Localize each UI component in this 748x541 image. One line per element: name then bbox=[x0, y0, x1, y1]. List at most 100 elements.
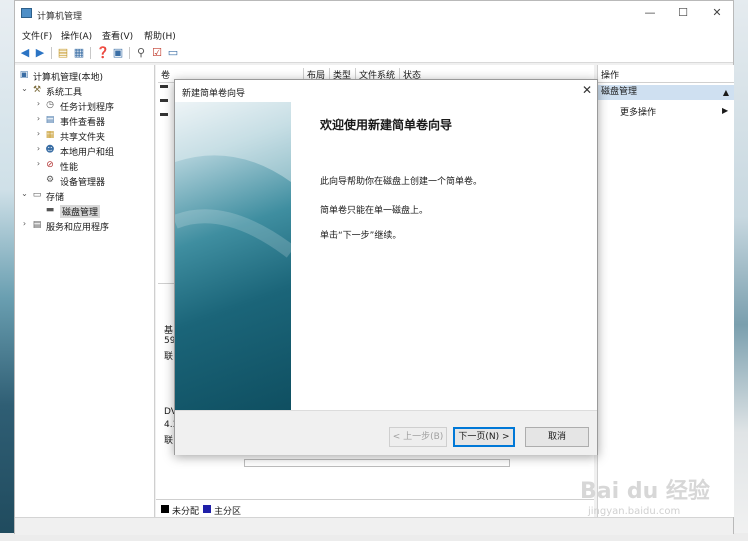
computer-icon: ▣ bbox=[19, 70, 29, 80]
tree-item-device-manager[interactable]: ⚙ 设备管理器 bbox=[15, 173, 154, 188]
tree-root[interactable]: ▣ 计算机管理(本地) bbox=[15, 68, 154, 83]
tree-item-label: 事件查看器 bbox=[60, 118, 106, 128]
title-bar: 计算机管理 — ☐ ✕ bbox=[15, 1, 733, 26]
volume-row-icon bbox=[160, 113, 168, 116]
actions-header: 操作 bbox=[598, 68, 734, 83]
tree-item-event-viewer[interactable]: › ▤ 事件查看器 bbox=[15, 113, 154, 128]
tree-item-shared-folders[interactable]: › ▦ 共享文件夹 bbox=[15, 128, 154, 143]
computer-management-icon bbox=[21, 8, 32, 18]
maximize-button[interactable]: ☐ bbox=[669, 4, 697, 22]
tree-item-label: 服务和应用程序 bbox=[46, 223, 110, 233]
wizard-line-2: 简单卷只能在单一磁盘上。 bbox=[320, 206, 429, 216]
dvd-partition-box[interactable] bbox=[244, 459, 510, 467]
desktop-background-left bbox=[0, 0, 14, 541]
baidu-watermark: Bai du 经验 bbox=[580, 479, 710, 504]
primary-partition-swatch bbox=[203, 505, 211, 513]
more-actions-arrow-icon[interactable]: ▶ bbox=[722, 106, 728, 115]
checklist-icon[interactable]: ☑ bbox=[151, 47, 163, 59]
toolbar: ◀ ▶ ▤ ▦ ❓ ▣ ⚲ ☑ ▭ bbox=[15, 43, 733, 63]
menu-view[interactable]: 查看(V) bbox=[102, 29, 133, 42]
disk0-label: 基 bbox=[164, 326, 174, 336]
wizard-title: 新建简单卷向导 bbox=[182, 89, 246, 99]
clock-icon: ◷ bbox=[46, 100, 54, 110]
device-manager-icon: ⚙ bbox=[45, 175, 55, 185]
forward-arrow-icon[interactable]: ▶ bbox=[34, 47, 46, 59]
legend-unallocated: 未分配 bbox=[172, 507, 200, 517]
properties-icon[interactable]: ▣ bbox=[112, 47, 124, 59]
chevron-down-icon[interactable]: ⌄ bbox=[20, 84, 29, 93]
wizard-close-icon[interactable]: ✕ bbox=[579, 82, 595, 98]
wizard-line-3: 单击“下一步”继续。 bbox=[320, 231, 402, 241]
chevron-right-icon[interactable]: › bbox=[34, 114, 43, 123]
navigation-tree: ▣ 计算机管理(本地) ⌄ ⚒ 系统工具 › ◷ 任务计划程序 › ▤ 事件查看… bbox=[15, 65, 155, 517]
legend-bar: 未分配 主分区 bbox=[156, 499, 594, 518]
back-button[interactable]: < 上一步(B) bbox=[389, 427, 447, 447]
more-actions-item[interactable]: 更多操作 bbox=[620, 105, 656, 118]
shared-folder-icon: ▦ bbox=[45, 130, 55, 140]
tools-icon: ⚒ bbox=[32, 85, 42, 95]
menu-action[interactable]: 操作(A) bbox=[61, 29, 92, 42]
baidu-watermark-url: jingyan.baidu.com bbox=[588, 506, 681, 517]
services-icon: ▤ bbox=[32, 220, 42, 230]
chevron-right-icon[interactable]: › bbox=[20, 219, 29, 228]
tree-item-services-apps[interactable]: › ▤ 服务和应用程序 bbox=[15, 218, 154, 233]
actions-section-label: 磁盘管理 bbox=[601, 87, 638, 97]
back-arrow-icon[interactable]: ◀ bbox=[19, 47, 31, 59]
help-icon[interactable]: ❓ bbox=[96, 47, 110, 59]
chevron-right-icon[interactable]: › bbox=[34, 99, 43, 108]
close-button[interactable]: ✕ bbox=[703, 4, 731, 22]
actions-section-disk-management[interactable]: 磁盘管理 ▲ bbox=[598, 85, 734, 100]
chevron-right-icon[interactable]: › bbox=[34, 159, 43, 168]
menu-bar: 文件(F) 操作(A) 查看(V) 帮助(H) bbox=[15, 26, 733, 43]
collapse-up-icon[interactable]: ▲ bbox=[723, 85, 729, 100]
tree-item-label: 性能 bbox=[60, 163, 79, 173]
tree-item-label: 磁盘管理 bbox=[60, 205, 101, 218]
tree-root-label: 计算机管理(本地) bbox=[33, 73, 104, 83]
tree-item-label: 设备管理器 bbox=[60, 178, 106, 188]
tree-item-label: 存储 bbox=[46, 193, 65, 203]
tree-item-system-tools[interactable]: ⌄ ⚒ 系统工具 bbox=[15, 83, 154, 98]
dvd-status: 联 bbox=[164, 436, 174, 446]
tree-item-local-users[interactable]: › ☻ 本地用户和组 bbox=[15, 143, 154, 158]
users-icon: ☻ bbox=[45, 145, 55, 155]
tree-item-storage[interactable]: ⌄ ▭ 存储 bbox=[15, 188, 154, 203]
cancel-button[interactable]: 取消 bbox=[525, 427, 589, 447]
connect-icon[interactable]: ⚲ bbox=[135, 47, 147, 59]
performance-icon: ⊘ bbox=[46, 160, 54, 170]
wizard-line-1: 此向导帮助你在磁盘上创建一个简单卷。 bbox=[320, 177, 483, 187]
tree-item-disk-management[interactable]: ▬ 磁盘管理 bbox=[15, 203, 154, 218]
new-simple-volume-wizard: 新建简单卷向导 ✕ 欢迎使用新建简单卷向导 此向导帮助你在磁盘上创建一个简单卷。… bbox=[174, 79, 598, 455]
unallocated-swatch bbox=[161, 505, 169, 513]
actions-pane: 操作 磁盘管理 ▲ 更多操作 ▶ bbox=[597, 65, 734, 517]
menu-file[interactable]: 文件(F) bbox=[22, 29, 52, 42]
volume-row-icon bbox=[160, 85, 168, 88]
tree-item-task-scheduler[interactable]: › ◷ 任务计划程序 bbox=[15, 98, 154, 113]
disk-icon: ▬ bbox=[45, 205, 55, 215]
chevron-right-icon[interactable]: › bbox=[34, 144, 43, 153]
window-title: 计算机管理 bbox=[37, 12, 83, 22]
show-hide-tree-icon[interactable]: ▦ bbox=[73, 47, 85, 59]
tree-item-label: 任务计划程序 bbox=[60, 103, 115, 113]
tree-item-label: 系统工具 bbox=[46, 88, 83, 98]
volume-row-icon bbox=[160, 99, 168, 102]
toolbar-separator bbox=[90, 47, 91, 59]
event-viewer-icon: ▤ bbox=[45, 115, 55, 125]
view-icon[interactable]: ▭ bbox=[167, 47, 179, 59]
menu-help[interactable]: 帮助(H) bbox=[144, 29, 176, 42]
toolbar-separator bbox=[129, 47, 130, 59]
next-button[interactable]: 下一页(N) > bbox=[453, 427, 515, 447]
disk0-status: 联 bbox=[164, 352, 174, 362]
tree-item-performance[interactable]: › ⊘ 性能 bbox=[15, 158, 154, 173]
storage-icon: ▭ bbox=[32, 190, 42, 200]
tree-item-label: 本地用户和组 bbox=[60, 148, 115, 158]
toolbar-separator bbox=[51, 47, 52, 59]
wizard-footer: < 上一步(B) 下一页(N) > 取消 bbox=[175, 410, 597, 455]
status-bar bbox=[15, 517, 733, 535]
chevron-right-icon[interactable]: › bbox=[34, 129, 43, 138]
more-actions-label: 更多操作 bbox=[620, 108, 657, 118]
legend-primary: 主分区 bbox=[214, 507, 242, 517]
desktop-background-right bbox=[734, 0, 748, 541]
minimize-button[interactable]: — bbox=[636, 4, 664, 22]
chevron-down-icon[interactable]: ⌄ bbox=[20, 189, 29, 198]
up-folder-icon[interactable]: ▤ bbox=[57, 47, 69, 59]
